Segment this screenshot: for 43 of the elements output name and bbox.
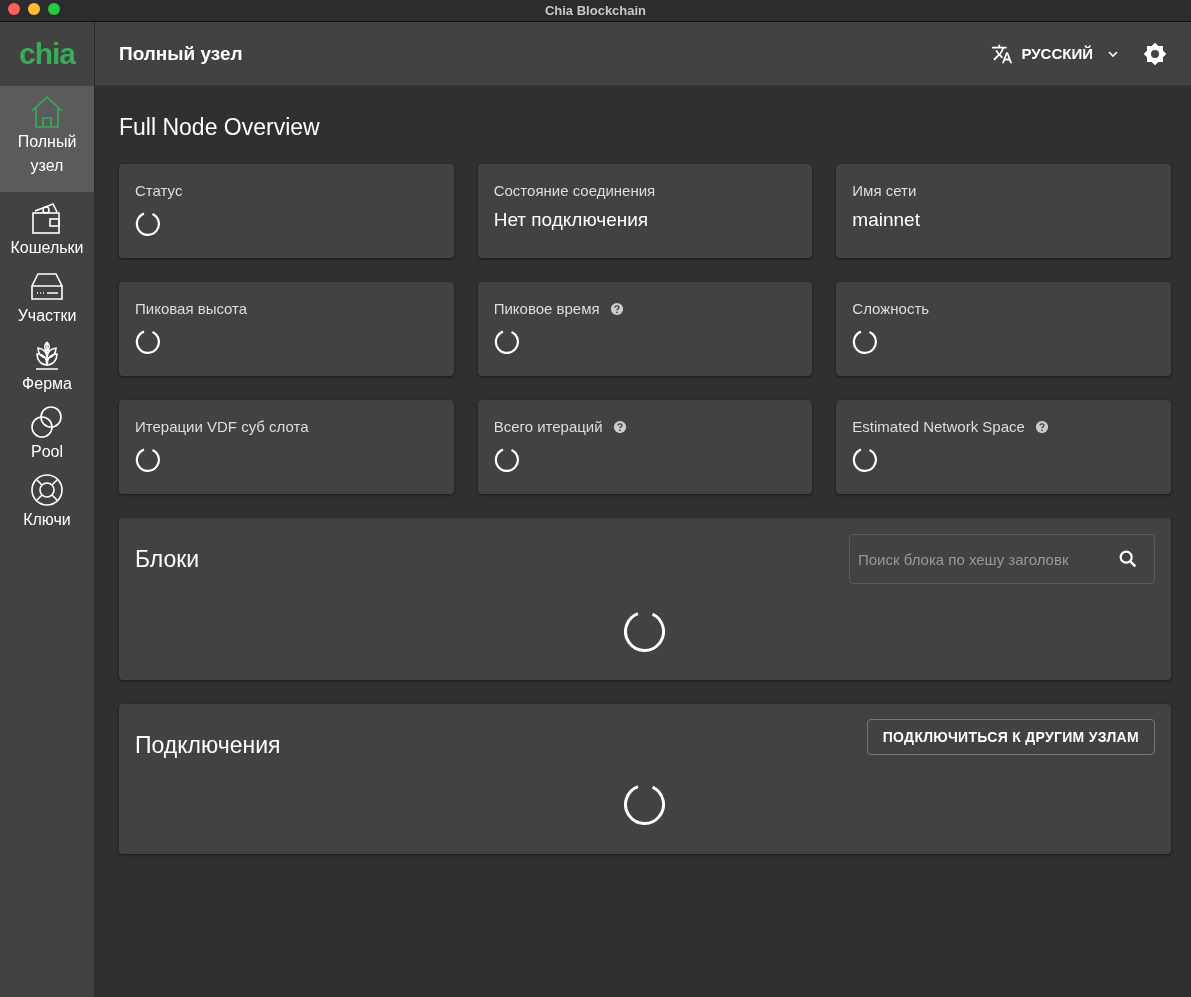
loading-spinner <box>493 447 520 473</box>
card-label: Состояние соединения <box>493 182 656 199</box>
minimize-window-icon[interactable] <box>28 3 40 15</box>
language-selector[interactable]: РУССКИЙ <box>987 36 1123 71</box>
house-icon <box>29 94 65 130</box>
brightness-icon[interactable] <box>1143 41 1167 66</box>
connect-button[interactable]: ПОДКЛЮЧИТЬСЯ К ДРУГИМ УЗЛАМ <box>866 719 1155 755</box>
loading-spinner <box>852 329 879 355</box>
loading-spinner <box>135 211 161 237</box>
caret-icon <box>1107 49 1119 58</box>
card-label: Статус <box>135 182 183 199</box>
loading-spinner <box>623 610 667 654</box>
loading-spinner <box>493 329 520 355</box>
overlapping-circles-icon <box>29 404 65 440</box>
card-value: mainnet <box>852 209 920 231</box>
logo: chia <box>19 37 75 71</box>
loading-spinner <box>623 783 667 827</box>
page-title: Полный узел <box>119 42 243 65</box>
help-icon[interactable] <box>1034 419 1049 434</box>
zoom-window-icon[interactable] <box>48 3 60 15</box>
loading-spinner <box>852 447 879 473</box>
search-icon[interactable] <box>1117 548 1139 570</box>
lifebuoy-icon <box>29 472 65 508</box>
card-label: Всего итераций <box>493 418 603 435</box>
card-value: Нет подключения <box>493 209 649 231</box>
loading-spinner <box>135 329 161 355</box>
card-label: Сложность <box>852 300 930 317</box>
card-label: Пиковое время <box>493 300 600 317</box>
help-icon[interactable] <box>612 419 627 434</box>
translate-icon <box>991 42 1014 65</box>
card-label: Имя сети <box>852 182 917 199</box>
card-label: Estimated Network Space <box>852 418 1025 435</box>
help-icon[interactable] <box>609 301 624 316</box>
close-window-icon[interactable] <box>8 3 20 15</box>
search-field[interactable]: Поиск блока по хешу заголовк <box>849 534 1155 584</box>
section-title: Full Node Overview <box>119 113 321 142</box>
window-title: Chia Blockchain <box>544 3 647 18</box>
card-label: Итерации VDF суб слота <box>135 418 309 435</box>
panel-title: Блоки <box>135 545 200 573</box>
loading-spinner <box>135 447 161 473</box>
card-label: Пиковая высота <box>135 300 248 317</box>
sidebar-item[interactable]: Полный узел <box>0 86 94 192</box>
panel-title: Подключения <box>135 731 281 759</box>
